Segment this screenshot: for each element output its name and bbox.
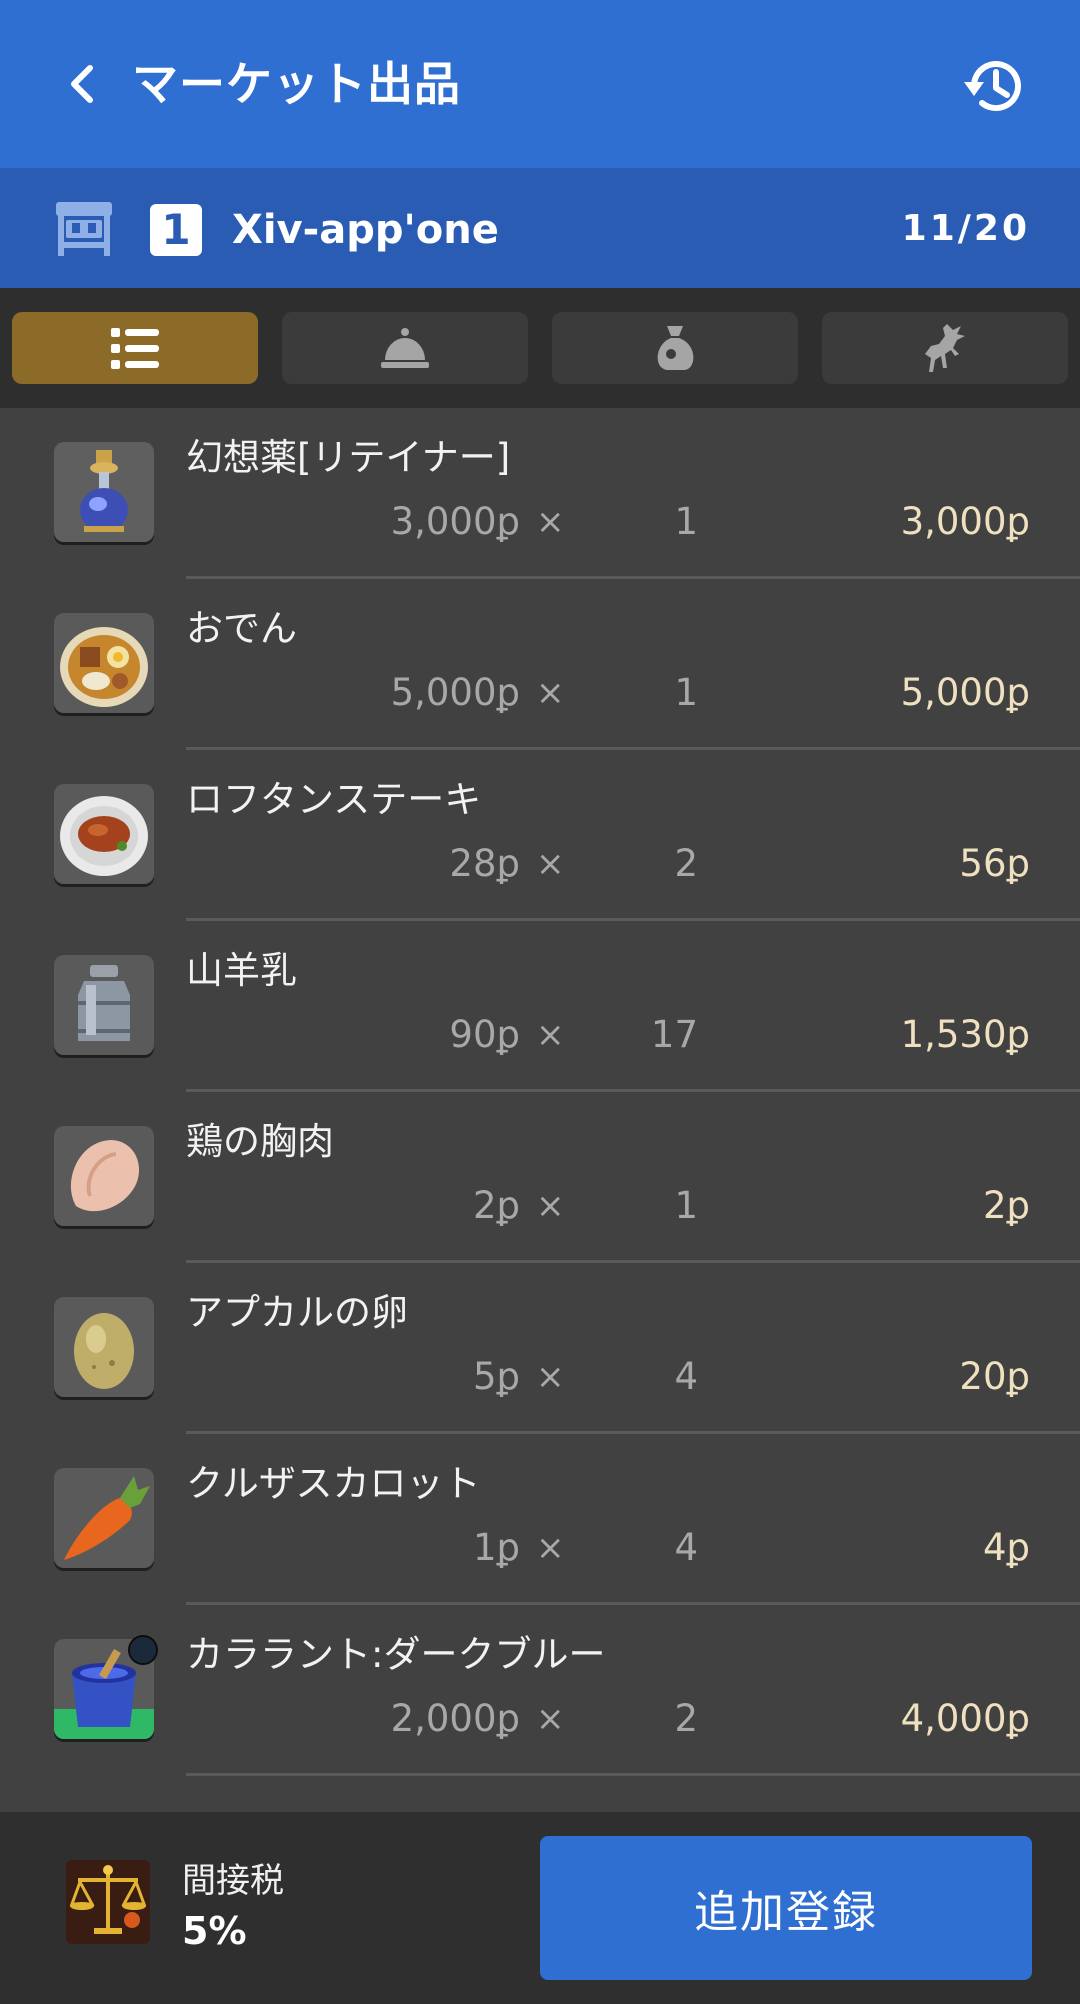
page-title: マーケット出品 <box>132 57 461 111</box>
service-bell-icon <box>381 328 429 368</box>
retainer-name: Xiv-app'one <box>232 207 499 253</box>
retainer-number-badge: 1 <box>150 204 202 256</box>
listing-row[interactable]: ロフタンステーキ 28ꝑ × 2 56ꝑ <box>0 750 1080 921</box>
times-sign: × <box>536 1015 565 1055</box>
times-sign: × <box>536 1699 565 1739</box>
listing-row[interactable]: 幻想薬[リテイナー] 3,000ꝑ × 1 3,000ꝑ <box>0 408 1080 579</box>
item-name: アプカルの卵 <box>186 1291 408 1334</box>
history-button[interactable] <box>962 54 1026 118</box>
unit-price: 90ꝑ <box>449 1013 520 1056</box>
unit-price: 5,000ꝑ <box>390 671 520 714</box>
carrot-icon <box>54 1468 154 1568</box>
steak-icon <box>54 784 154 884</box>
quantity: 1 <box>674 500 698 543</box>
listing-list[interactable]: 幻想薬[リテイナー] 3,000ꝑ × 1 3,000ꝑ おでん 5,000ꝑ … <box>0 408 1080 1812</box>
total-price: 2ꝑ <box>982 1184 1030 1227</box>
chicken-breast-icon <box>54 1126 154 1226</box>
scales-icon <box>66 1860 150 1944</box>
quantity: 4 <box>674 1355 698 1398</box>
item-name: 幻想薬[リテイナー] <box>186 436 511 479</box>
quantity: 1 <box>674 671 698 714</box>
unit-price: 28ꝑ <box>449 842 520 885</box>
times-sign: × <box>536 1357 565 1397</box>
listing-row[interactable]: クルザスカロット 1ꝑ × 4 4ꝑ <box>0 1434 1080 1605</box>
market-stall-icon <box>50 198 118 260</box>
times-sign: × <box>536 502 565 542</box>
listing-row[interactable]: 山羊乳 90ꝑ × 17 1,530ꝑ <box>0 921 1080 1092</box>
total-price: 5,000ꝑ <box>900 671 1030 714</box>
list-icon <box>111 328 159 369</box>
milk-can-icon <box>54 955 154 1055</box>
tab-chocobo[interactable] <box>822 312 1068 384</box>
listing-row[interactable]: カララント:ダークブルー 2,000ꝑ × 2 4,000ꝑ <box>0 1605 1080 1776</box>
potion-icon <box>54 442 154 542</box>
quantity: 2 <box>674 1697 698 1740</box>
quantity: 2 <box>674 842 698 885</box>
history-icon <box>964 61 1021 112</box>
unit-price: 1ꝑ <box>472 1526 520 1569</box>
status-dot <box>128 1635 158 1665</box>
tab-listings[interactable] <box>12 312 258 384</box>
total-price: 1,530ꝑ <box>900 1013 1030 1056</box>
times-sign: × <box>536 673 565 713</box>
add-listing-button[interactable]: 追加登録 <box>540 1836 1032 1980</box>
tax-label: 間接税 <box>182 1861 284 1901</box>
listing-slot-count: 11/20 <box>901 208 1030 249</box>
chocobo-icon <box>925 324 965 372</box>
times-sign: × <box>536 844 565 884</box>
quantity: 17 <box>650 1013 698 1056</box>
unit-price: 3,000ꝑ <box>390 500 520 543</box>
item-name: クルザスカロット <box>186 1462 481 1505</box>
money-bag-icon <box>657 326 694 370</box>
listing-row[interactable]: アプカルの卵 5ꝑ × 4 20ꝑ <box>0 1263 1080 1434</box>
total-price: 4,000ꝑ <box>900 1697 1030 1740</box>
unit-price: 2,000ꝑ <box>390 1697 520 1740</box>
times-sign: × <box>536 1528 565 1568</box>
tab-gil[interactable] <box>552 312 798 384</box>
total-price: 4ꝑ <box>982 1526 1030 1569</box>
listing-row[interactable]: おでん 5,000ꝑ × 1 5,000ꝑ <box>0 579 1080 750</box>
tax-value: 5% <box>182 1909 247 1953</box>
listing-row[interactable]: 鶏の胸肉 2ꝑ × 1 2ꝑ <box>0 1092 1080 1263</box>
quantity: 1 <box>674 1184 698 1227</box>
unit-price: 5ꝑ <box>472 1355 520 1398</box>
times-sign: × <box>536 1186 565 1226</box>
chevron-left-icon <box>71 65 93 103</box>
item-name: おでん <box>186 607 297 650</box>
row-divider <box>186 1773 1080 1776</box>
item-name: 山羊乳 <box>186 949 297 992</box>
tab-sales-history[interactable] <box>282 312 528 384</box>
total-price: 20ꝑ <box>959 1355 1030 1398</box>
quantity: 4 <box>674 1526 698 1569</box>
app-header: マーケット出品 <box>0 0 1080 168</box>
unit-price: 2ꝑ <box>472 1184 520 1227</box>
back-button[interactable] <box>60 60 108 108</box>
item-name: カララント:ダークブルー <box>186 1633 606 1676</box>
oden-icon <box>54 613 154 713</box>
total-price: 3,000ꝑ <box>900 500 1030 543</box>
item-name: ロフタンステーキ <box>186 778 482 821</box>
total-price: 56ꝑ <box>959 842 1030 885</box>
item-name: 鶏の胸肉 <box>186 1120 334 1163</box>
egg-icon <box>54 1297 154 1397</box>
